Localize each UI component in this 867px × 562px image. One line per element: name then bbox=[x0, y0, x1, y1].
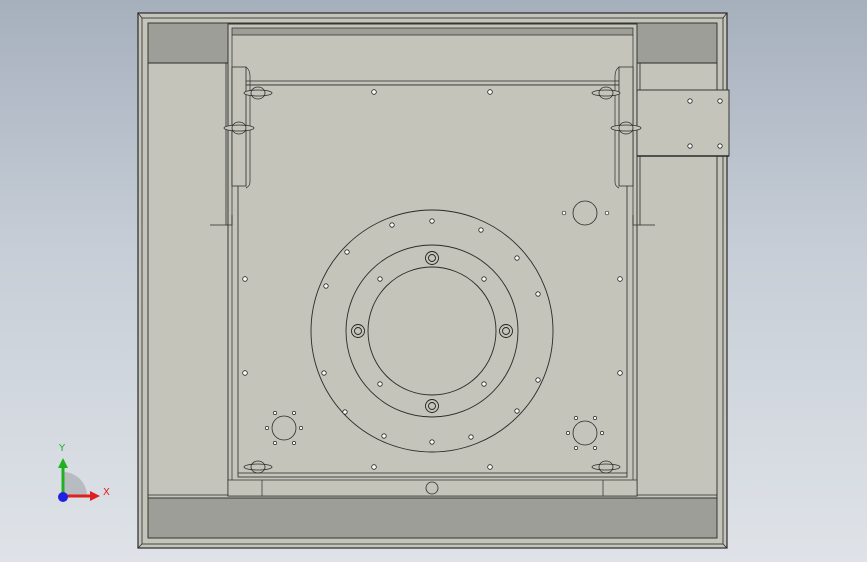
side-mounting-plate bbox=[636, 89, 730, 157]
axis-triad bbox=[58, 458, 100, 502]
triad-x-label: X bbox=[103, 487, 110, 498]
cad-drawing bbox=[58, 12, 730, 549]
triad-y-label: Y bbox=[59, 443, 66, 454]
bottom-channel bbox=[147, 497, 718, 539]
central-flange bbox=[310, 209, 554, 453]
model-viewport[interactable]: Y X bbox=[0, 0, 867, 562]
